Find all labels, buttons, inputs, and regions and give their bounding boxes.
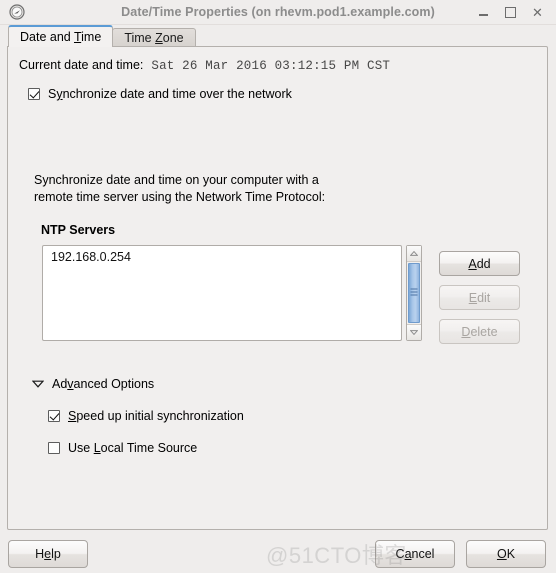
speed-up-sync-checkbox[interactable]	[48, 410, 60, 422]
tab-time-zone-label: Time Zone	[124, 31, 184, 45]
edit-button-label: Edit	[468, 290, 491, 305]
minimize-icon[interactable]	[477, 6, 490, 19]
speed-up-sync-checkbox-row[interactable]: Speed up initial synchronization	[48, 409, 244, 423]
tab-panel-date-and-time: Current date and time: Sat 26 Mar 2016 0…	[7, 46, 548, 530]
add-button[interactable]: Add	[439, 251, 520, 276]
local-time-source-checkbox[interactable]	[48, 442, 60, 454]
list-item[interactable]: 192.168.0.254	[43, 246, 401, 264]
window-titlebar: Date/Time Properties (on rhevm.pod1.exam…	[0, 0, 556, 25]
scroll-up-arrow-icon[interactable]	[407, 246, 421, 262]
tab-time-zone[interactable]: Time Zone	[112, 28, 196, 47]
sync-network-label: Synchronize date and time over the netwo…	[48, 87, 292, 101]
delete-button: Delete	[439, 319, 520, 344]
advanced-options-toggle[interactable]: Advanced Options	[31, 377, 155, 391]
window-title: Date/Time Properties (on rhevm.pod1.exam…	[121, 5, 435, 19]
sync-network-checkbox[interactable]	[28, 88, 40, 100]
ok-button-label: OK	[496, 547, 516, 561]
scrollbar-thumb[interactable]	[408, 263, 420, 323]
sync-description-line1: Synchronize date and time on your comput…	[34, 173, 319, 187]
ok-button[interactable]: OK	[466, 540, 546, 568]
scroll-down-arrow-icon[interactable]	[407, 324, 421, 340]
maximize-icon[interactable]	[504, 6, 517, 19]
advanced-options-label: Advanced Options	[52, 377, 155, 391]
triangle-down-icon	[31, 377, 45, 391]
sync-network-checkbox-row[interactable]: Synchronize date and time over the netwo…	[28, 87, 292, 101]
current-datetime-value: Sat 26 Mar 2016 03:12:15 PM CST	[151, 59, 391, 73]
help-button[interactable]: Help	[8, 540, 88, 568]
ntp-servers-scrollbar[interactable]	[406, 245, 422, 341]
tab-date-and-time-label: Date and Time	[20, 30, 102, 44]
tab-date-and-time[interactable]: Date and Time	[8, 25, 114, 47]
scrollbar-grip-icon	[410, 288, 418, 298]
cancel-button[interactable]: Cancel	[375, 540, 455, 568]
cancel-button-label: Cancel	[395, 547, 435, 561]
window-controls: ✕	[477, 6, 556, 19]
close-icon[interactable]: ✕	[531, 6, 544, 19]
sync-description: Synchronize date and time on your comput…	[34, 172, 325, 206]
speed-up-sync-label: Speed up initial synchronization	[68, 409, 244, 423]
help-button-label: Help	[35, 547, 61, 561]
current-datetime-row: Current date and time: Sat 26 Mar 2016 0…	[19, 58, 390, 73]
local-time-source-label: Use Local Time Source	[68, 441, 198, 455]
tabstrip: Date and Time Time Zone	[0, 25, 556, 47]
clock-icon	[0, 4, 30, 20]
current-datetime-label: Current date and time:	[19, 58, 144, 72]
ntp-servers-listbox[interactable]: 192.168.0.254	[42, 245, 402, 341]
add-button-label: Add	[468, 256, 491, 271]
dialog-button-bar: Help Cancel OK	[0, 536, 556, 573]
local-time-source-checkbox-row[interactable]: Use Local Time Source	[48, 441, 197, 455]
sync-description-line2: remote time server using the Network Tim…	[34, 190, 326, 204]
delete-button-label: Delete	[461, 324, 498, 339]
ntp-servers-title: NTP Servers	[41, 223, 116, 237]
edit-button: Edit	[439, 285, 520, 310]
